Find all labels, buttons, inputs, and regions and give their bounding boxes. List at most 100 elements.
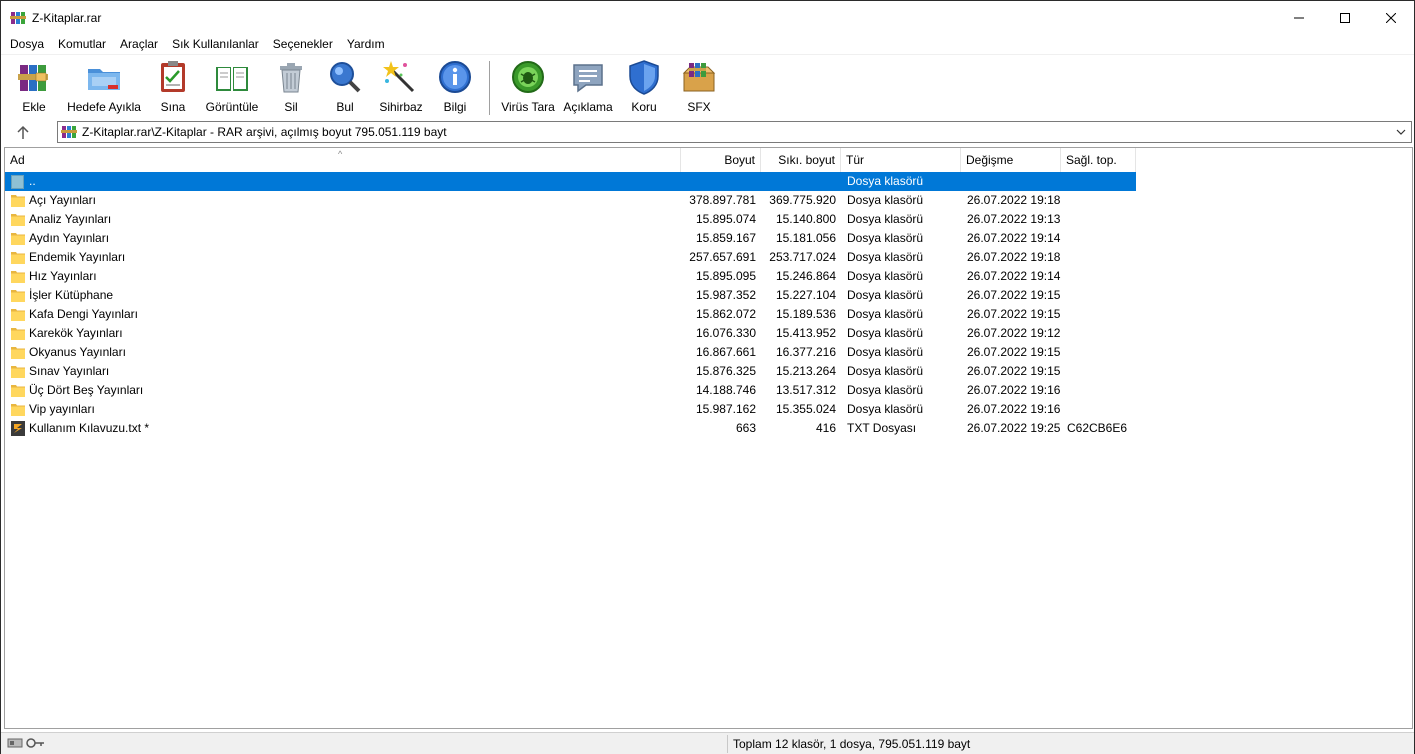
- table-row[interactable]: Kafa Dengi Yayınları 15.862.072 15.189.536…: [5, 305, 1136, 324]
- menu-dosya[interactable]: Dosya: [3, 34, 51, 54]
- menu-komutlar[interactable]: Komutlar: [51, 34, 113, 54]
- table-row[interactable]: Analiz Yayınları 15.895.074 15.140.800 Dosy…: [5, 210, 1136, 229]
- row-modified-cell: 26.07.2022 19:18: [967, 193, 1061, 207]
- row-modified-cell: 26.07.2022 19:15: [967, 288, 1061, 302]
- table-row[interactable]: Hız Yayınları 15.895.095 15.246.864 Dosya k…: [5, 267, 1136, 286]
- title-bar: Z-Kitaplar.rar: [1, 1, 1414, 34]
- table-row[interactable]: Kullanım Kılavuzu.txt * 663 416 TXT Dosyası…: [5, 419, 1136, 438]
- info-label: Bilgi: [443, 100, 467, 114]
- row-size-cell: [681, 172, 761, 191]
- path-text: Z-Kitaplar.rar\Z-Kitaplar - RAR arşivi, …: [82, 125, 447, 139]
- status-summary: Toplam 12 klasör, 1 dosya, 795.051.119 b…: [733, 737, 971, 751]
- comment-button[interactable]: Açıklama: [558, 55, 618, 117]
- row-packed-cell: 15.227.104: [775, 288, 836, 302]
- row-packed-cell: 15.213.264: [775, 364, 836, 378]
- sfx-box-icon: [682, 63, 716, 92]
- row-packed-cell: 15.140.800: [775, 212, 836, 226]
- menu-araclar[interactable]: Araçlar: [113, 34, 165, 54]
- row-type-cell: Dosya klasörü: [847, 402, 924, 416]
- row-name-cell: ..: [5, 172, 681, 191]
- row-modified-cell: 26.07.2022 19:16: [967, 383, 1061, 397]
- comment-label: Açıklama: [563, 100, 613, 114]
- delete-button[interactable]: Sil: [265, 55, 317, 117]
- table-row[interactable]: Vip yayınları 15.987.162 15.355.024 Dosya k…: [5, 400, 1136, 419]
- up-folder-button[interactable]: [13, 123, 33, 143]
- path-field[interactable]: Z-Kitaplar.rar\Z-Kitaplar - RAR arşivi, …: [57, 121, 1412, 143]
- column-crc[interactable]: Sağl. top.: [1061, 148, 1136, 172]
- close-button[interactable]: [1368, 1, 1414, 34]
- magnifier-icon: [330, 62, 361, 93]
- row-name-label: Kafa Dengi Yayınları: [29, 307, 138, 321]
- table-row[interactable]: Karekök Yayınları 16.076.330 15.413.952 Dos…: [5, 324, 1136, 343]
- table-row[interactable]: Sınav Yayınları 15.876.325 15.213.264 Dosya…: [5, 362, 1136, 381]
- test-clipboard-icon: [161, 61, 185, 92]
- row-type-cell: TXT Dosyası: [847, 421, 917, 435]
- folder-icon: [11, 309, 25, 321]
- row-name-label: Aydın Yayınları: [29, 231, 110, 245]
- extract-to-button[interactable]: Hedefe Ayıkla: [61, 55, 147, 117]
- table-row[interactable]: Aydın Yayınları 15.859.167 15.181.056 Dosya…: [5, 229, 1136, 248]
- row-name-cell: Endemik Yayınları: [5, 248, 681, 267]
- row-crc-cell: [1061, 305, 1136, 324]
- column-modified[interactable]: Değişme: [961, 148, 1061, 172]
- row-packed-cell: 15.181.056: [775, 231, 836, 245]
- rar-file-icon: [61, 126, 77, 138]
- column-name[interactable]: Ad ^: [5, 148, 681, 172]
- chevron-down-icon[interactable]: [1394, 125, 1408, 139]
- wizard-button[interactable]: Sihirbaz: [373, 55, 429, 117]
- column-packed[interactable]: Sıkı. boyut: [761, 148, 841, 172]
- winrar-window: Z-Kitaplar.rar Dosya Komutlar Araçlar Sı…: [0, 0, 1415, 754]
- table-row[interactable]: Okyanus Yayınları 16.867.661 16.377.216 Dos…: [5, 343, 1136, 362]
- info-button[interactable]: Bilgi: [429, 55, 481, 117]
- comment-bubble-icon: [573, 64, 603, 93]
- row-type-cell: Dosya klasörü: [847, 345, 924, 359]
- menu-yardim[interactable]: Yardım: [340, 34, 392, 54]
- table-row[interactable]: Endemik Yayınları 257.657.691 253.717.024 D…: [5, 248, 1136, 267]
- maximize-icon: [1340, 12, 1350, 23]
- parent-folder-row[interactable]: .. Dosya klasörü: [5, 172, 1136, 191]
- row-name-label: Karekök Yayınları: [29, 326, 123, 340]
- row-type-cell: Dosya klasörü: [847, 269, 924, 283]
- table-row[interactable]: Açı Yayınları 378.897.781 369.775.920 Dosya…: [5, 191, 1136, 210]
- row-packed-cell: 15.355.024: [775, 402, 836, 416]
- row-name-cell: Aydın Yayınları: [5, 229, 681, 248]
- protect-button[interactable]: Koru: [618, 55, 670, 117]
- menu-secenekler[interactable]: Seçenekler: [266, 34, 340, 54]
- view-button[interactable]: Görüntüle: [199, 55, 265, 117]
- row-modified-cell: 26.07.2022 19:25: [967, 421, 1061, 435]
- row-name-label: Analiz Yayınları: [29, 212, 112, 226]
- table-row[interactable]: İşler Kütüphane 15.987.352 15.227.104 Dosya…: [5, 286, 1136, 305]
- table-row[interactable]: Üç Dört Beş Yayınları 14.188.746 13.517.31…: [5, 381, 1136, 400]
- add-button[interactable]: Ekle: [7, 55, 61, 117]
- folder-icon: [11, 385, 25, 397]
- row-size-cell: 15.876.325: [695, 364, 756, 378]
- maximize-button[interactable]: [1322, 1, 1368, 34]
- arrow-up-icon: [17, 125, 29, 139]
- row-packed-cell: 13.517.312: [775, 383, 836, 397]
- folder-icon: [11, 195, 25, 207]
- row-modified-cell: 26.07.2022 19:14: [967, 231, 1061, 245]
- row-crc-cell: [1061, 381, 1136, 400]
- file-list: Ad ^ Boyut Sıkı. boyut Tür Değişme Sağl.…: [4, 147, 1413, 729]
- status-bar: Toplam 12 klasör, 1 dosya, 795.051.119 b…: [1, 732, 1414, 754]
- drive-key-icon[interactable]: [7, 736, 47, 750]
- row-crc-cell: [1061, 400, 1136, 419]
- menu-sik-kullanilanlar[interactable]: Sık Kullanılanlar: [165, 34, 266, 54]
- test-button[interactable]: Sına: [147, 55, 199, 117]
- find-button[interactable]: Bul: [317, 55, 373, 117]
- row-crc-cell: [1061, 248, 1136, 267]
- row-name-label: Sınav Yayınları: [29, 364, 110, 378]
- row-name-cell: Karekök Yayınları: [5, 324, 681, 343]
- row-modified-cell: 26.07.2022 19:13: [967, 212, 1061, 226]
- sfx-button[interactable]: SFX: [670, 55, 728, 117]
- column-type[interactable]: Tür: [841, 148, 961, 172]
- folder-icon: [11, 366, 25, 378]
- column-size[interactable]: Boyut: [681, 148, 761, 172]
- row-size-cell: 14.188.746: [695, 383, 756, 397]
- virus-scan-button[interactable]: Virüs Tara: [498, 55, 558, 117]
- row-name-label: Hız Yayınları: [29, 269, 97, 283]
- row-crc-cell: [1061, 191, 1136, 210]
- row-type-cell: Dosya klasörü: [847, 326, 924, 340]
- test-label: Sına: [160, 100, 186, 114]
- minimize-button[interactable]: [1276, 1, 1322, 34]
